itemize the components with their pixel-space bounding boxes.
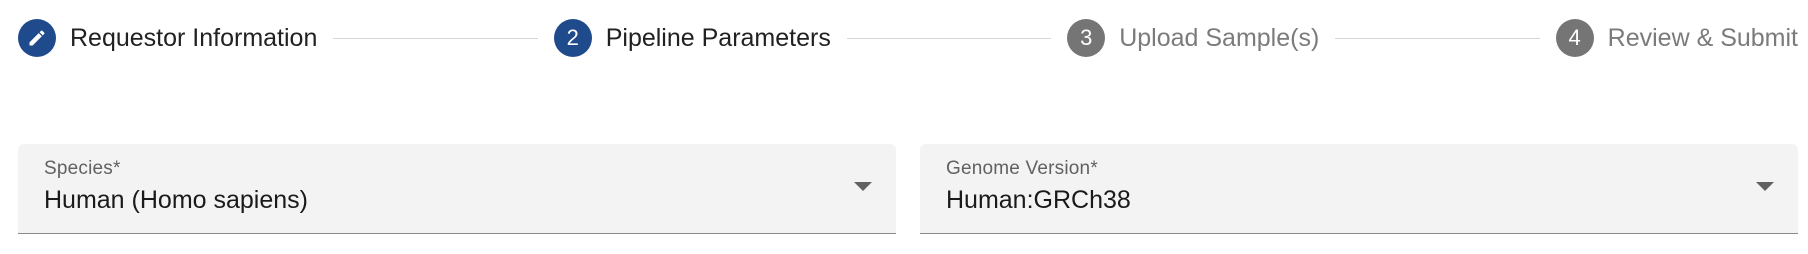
step-4-indicator: 4 [1555, 19, 1594, 57]
dropdown-arrow-icon [1756, 182, 1774, 191]
stepper: Requestor Information 2 Pipeline Paramet… [18, 18, 1798, 58]
genome-version-select-label: Genome Version* [946, 158, 1098, 179]
dropdown-arrow-icon [854, 182, 872, 191]
pipeline-form-page: Requestor Information 2 Pipeline Paramet… [0, 0, 1808, 254]
species-select[interactable]: Species* Human (Homo sapiens) [18, 144, 896, 234]
step-4-number: 4 [1568, 25, 1581, 50]
step-connector [1335, 37, 1540, 39]
step-upload-samples[interactable]: 3 Upload Sample(s) [1067, 19, 1319, 57]
species-select-label: Species* [44, 158, 121, 179]
step-3-number: 3 [1080, 25, 1093, 50]
step-4-label: Review & Submit [1607, 23, 1799, 52]
step-requestor-information[interactable]: Requestor Information [18, 19, 317, 57]
step-3-label: Upload Sample(s) [1119, 23, 1320, 52]
step-2-label: Pipeline Parameters [605, 23, 831, 52]
genome-version-select[interactable]: Genome Version* Human:GRCh38 [920, 144, 1798, 234]
pencil-icon [27, 28, 47, 48]
step-review-submit[interactable]: 4 Review & Submit [1555, 19, 1799, 57]
step-2-number: 2 [566, 25, 579, 50]
species-select-value: Human (Homo sapiens) [44, 186, 308, 214]
step-3-indicator: 3 [1067, 19, 1106, 57]
genome-version-select-value: Human:GRCh38 [946, 186, 1131, 214]
step-2-indicator: 2 [553, 19, 592, 57]
step-1-indicator [18, 19, 56, 57]
step-connector [846, 37, 1052, 39]
step-pipeline-parameters[interactable]: 2 Pipeline Parameters [553, 19, 831, 57]
step-connector [333, 37, 538, 39]
step-1-label: Requestor Information [70, 23, 318, 52]
